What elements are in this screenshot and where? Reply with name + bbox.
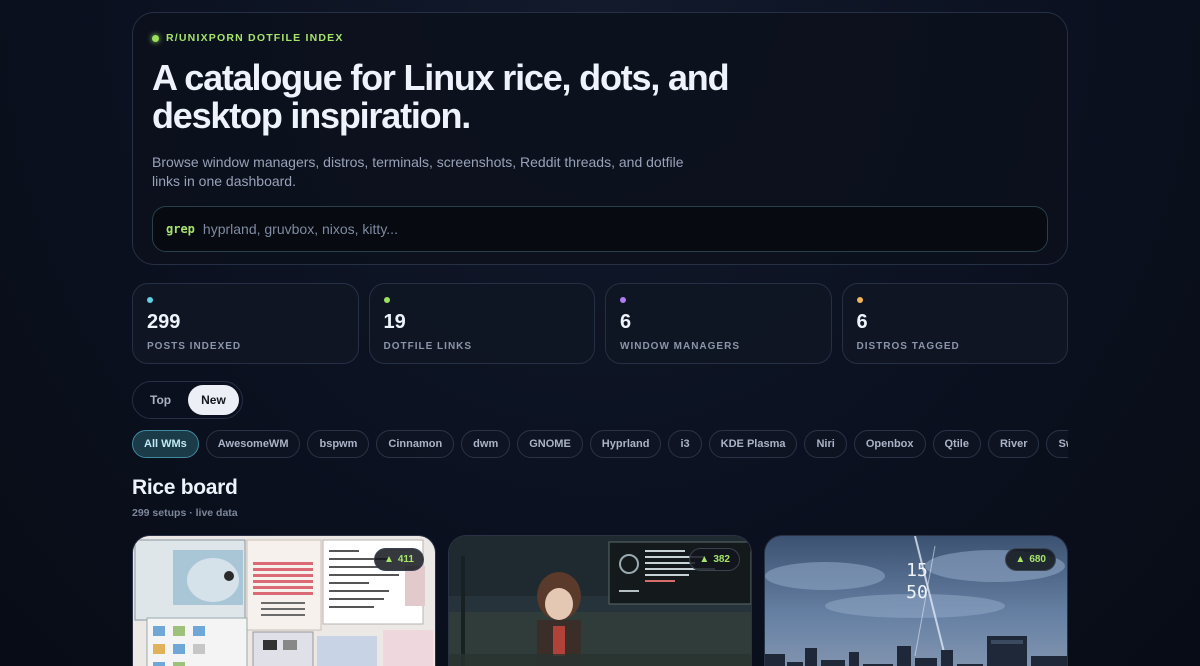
stat-dot-icon bbox=[383, 297, 390, 303]
rice-card[interactable]: ▲ 411 bbox=[132, 535, 436, 666]
upvote-badge: ▲ 680 bbox=[1005, 548, 1056, 571]
stat-label: POSTS INDEXED bbox=[147, 341, 242, 352]
filter-chip-kde-plasma[interactable]: KDE Plasma bbox=[708, 430, 798, 458]
rice-card[interactable]: 15 50 ▲ 680 bbox=[764, 535, 1068, 666]
rice-card[interactable]: ▲ 382 bbox=[448, 535, 752, 666]
stat-label: DISTROS TAGGED bbox=[856, 341, 960, 352]
filter-chip-i3[interactable]: i3 bbox=[668, 430, 702, 458]
upvote-arrow-icon: ▲ bbox=[699, 554, 710, 565]
sort-top-button[interactable]: Top bbox=[137, 385, 184, 415]
status-dot-icon bbox=[152, 34, 159, 42]
hero-panel: R/UNIXPORN DOTFILE INDEX A catalogue for… bbox=[132, 12, 1068, 265]
clock-minutes: 50 bbox=[906, 582, 928, 603]
filter-chip-dwm[interactable]: dwm bbox=[461, 430, 511, 458]
filter-chip-gnome[interactable]: GNOME bbox=[517, 430, 583, 458]
filter-chip-cinnamon[interactable]: Cinnamon bbox=[376, 430, 455, 458]
stat-value: 6 bbox=[620, 311, 632, 333]
search-prefix: grep bbox=[166, 222, 195, 236]
rice-card-grid: ▲ 411 ▲ 382 15 50 ▲ 680 bbox=[132, 535, 1068, 666]
stat-dot-icon bbox=[856, 297, 863, 303]
filter-chip-hyprland[interactable]: Hyprland bbox=[589, 430, 662, 458]
stat-value: 6 bbox=[856, 311, 868, 333]
sort-new-button[interactable]: New bbox=[188, 385, 239, 415]
stat-label: DOTFILE LINKS bbox=[383, 341, 473, 352]
filter-chip-qtile[interactable]: Qtile bbox=[932, 430, 981, 458]
eyebrow-label: R/UNIXPORN DOTFILE INDEX bbox=[166, 32, 344, 44]
stat-posts-indexed: 299 POSTS INDEXED bbox=[132, 283, 359, 364]
eyebrow: R/UNIXPORN DOTFILE INDEX bbox=[152, 31, 1048, 45]
stat-window-managers: 6 WINDOW MANAGERS bbox=[605, 283, 832, 364]
stat-dotfile-links: 19 DOTFILE LINKS bbox=[368, 283, 595, 364]
page: R/UNIXPORN DOTFILE INDEX A catalogue for… bbox=[132, 12, 1068, 666]
upvote-badge: ▲ 411 bbox=[373, 548, 424, 571]
filter-chip-awesomewm[interactable]: AwesomeWM bbox=[205, 430, 301, 458]
stat-dot-icon bbox=[620, 297, 626, 303]
stat-dot-icon bbox=[147, 297, 153, 303]
sort-toggle: Top New bbox=[132, 381, 243, 419]
board-meta: 299 setups · live data bbox=[132, 507, 238, 519]
upvote-arrow-icon: ▲ bbox=[383, 554, 394, 565]
clock-hours: 15 bbox=[906, 560, 928, 581]
search-bar[interactable]: grep bbox=[152, 206, 1048, 252]
stat-value: 299 bbox=[147, 311, 181, 333]
stat-distros-tagged: 6 DISTROS TAGGED bbox=[841, 283, 1068, 364]
filter-chip-bspwm[interactable]: bspwm bbox=[307, 430, 370, 458]
board-title: Rice board bbox=[132, 476, 238, 499]
page-title: A catalogue for Linux rice, dots, and de… bbox=[152, 57, 730, 136]
filter-chip-openbox[interactable]: Openbox bbox=[853, 430, 926, 458]
filter-chip-sway[interactable]: Sway bbox=[1046, 430, 1068, 458]
upvote-count: 680 bbox=[1029, 554, 1046, 565]
filter-chip-river[interactable]: River bbox=[987, 430, 1040, 458]
search-input[interactable] bbox=[202, 221, 1047, 237]
upvote-arrow-icon: ▲ bbox=[1015, 554, 1026, 565]
filter-chip-niri[interactable]: Niri bbox=[804, 430, 847, 458]
stat-value: 19 bbox=[383, 311, 406, 333]
stats-row: 299 POSTS INDEXED 19 DOTFILE LINKS 6 WIN… bbox=[132, 283, 1068, 364]
stat-label: WINDOW MANAGERS bbox=[620, 341, 740, 352]
filter-chip-all-wms[interactable]: All WMs bbox=[132, 430, 199, 458]
upvote-count: 382 bbox=[713, 554, 730, 565]
page-subtitle: Browse window managers, distros, termina… bbox=[152, 154, 684, 189]
upvote-badge: ▲ 382 bbox=[689, 548, 740, 571]
wm-filter-bar: All WMs AwesomeWM bspwm Cinnamon dwm GNO… bbox=[132, 430, 1068, 458]
upvote-count: 411 bbox=[397, 554, 414, 565]
